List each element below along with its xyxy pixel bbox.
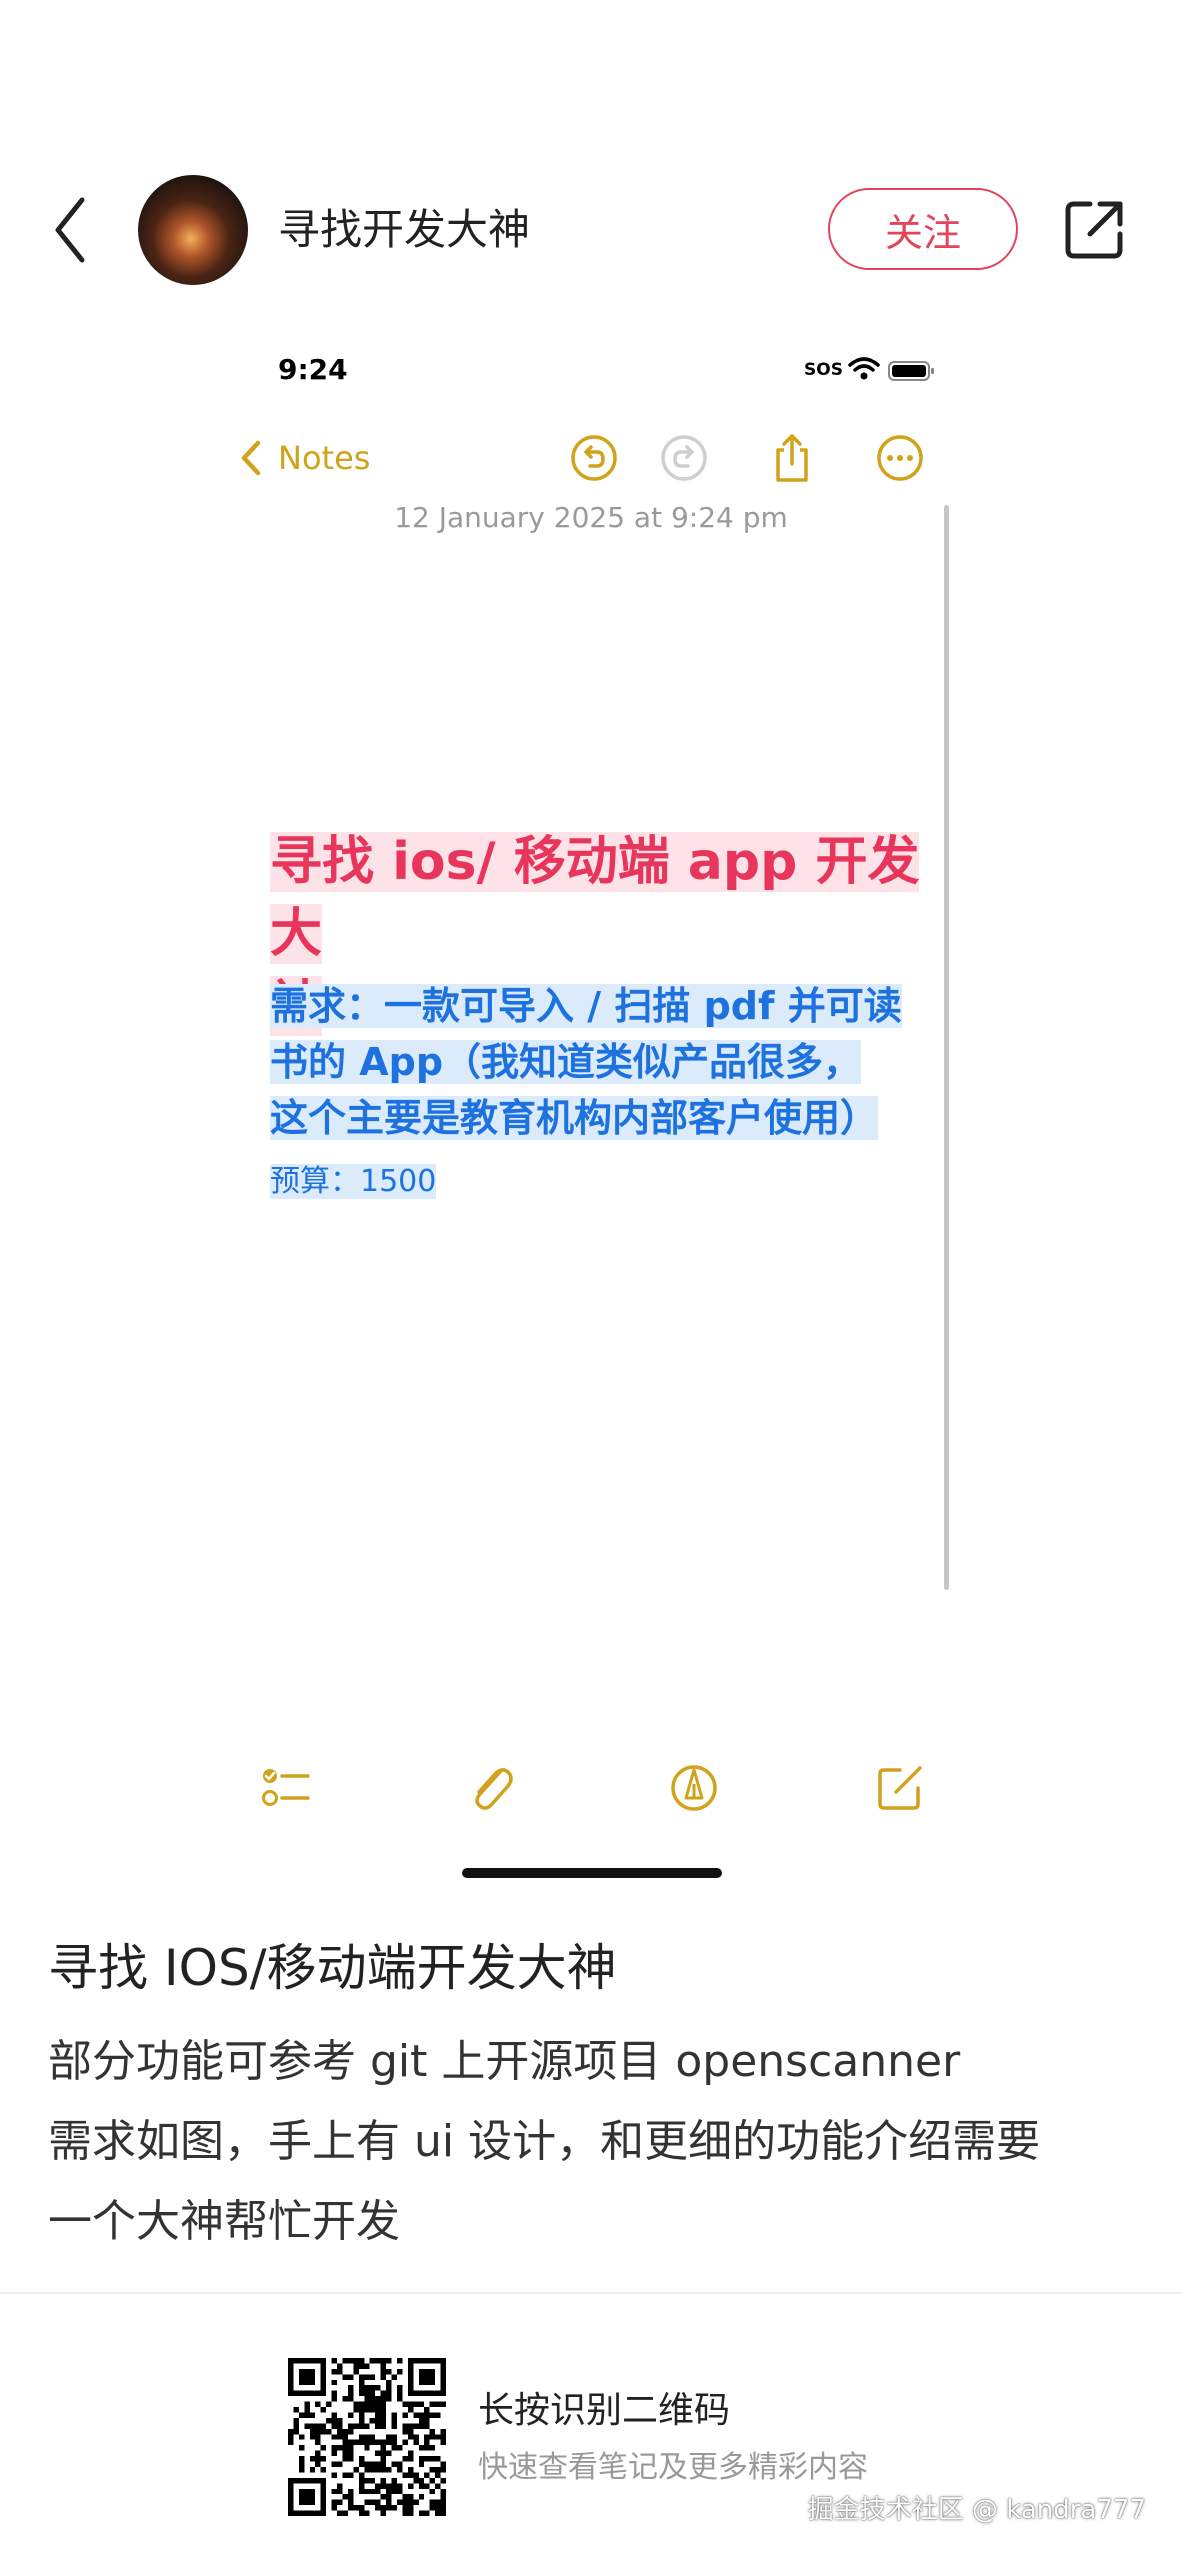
notes-back-button[interactable]: Notes <box>240 430 370 486</box>
battery-icon <box>888 360 936 382</box>
markup-pen-icon[interactable] <box>664 1758 724 1818</box>
note-budget[interactable]: 预算：1500 <box>270 1160 437 1204</box>
divider <box>0 2292 1182 2294</box>
qr-subtitle: 快速查看笔记及更多精彩内容 <box>478 2450 868 2485</box>
share-note-icon[interactable] <box>766 432 818 484</box>
note-budget-text: 预算：1500 <box>270 1164 437 1199</box>
attachment-icon[interactable] <box>462 1758 522 1818</box>
more-options-icon[interactable] <box>874 432 926 484</box>
note-requirement[interactable]: 需求：一款可导入 / 扫描 pdf 并可读 书的 App（我知道类似产品很多， … <box>270 978 920 1146</box>
post-body-line: 需求如图，手上有 ui 设计，和更细的功能介绍需要 <box>48 2116 1041 2167</box>
post-title: 寻找 IOS/移动端开发大神 <box>48 1939 617 1997</box>
qr-code[interactable] <box>288 2358 446 2516</box>
note-date: 12 January 2025 at 9:24 pm <box>394 501 788 534</box>
wifi-icon <box>848 356 880 382</box>
scrollbar[interactable] <box>944 505 949 1590</box>
note-requirement-line: 需求：一款可导入 / 扫描 pdf 并可读 <box>270 984 902 1028</box>
share-icon[interactable] <box>1060 196 1128 264</box>
note-requirement-line: 这个主要是教育机构内部客户使用） <box>270 1096 879 1140</box>
chevron-left-icon <box>241 440 261 476</box>
status-time: 9:24 <box>278 353 348 386</box>
follow-button[interactable]: 关注 <box>828 188 1018 270</box>
post-body-line: 一个大神帮忙开发 <box>48 2196 400 2247</box>
back-icon[interactable] <box>48 190 96 270</box>
watermark: 掘金技术社区 @ kandra777 <box>807 2495 1146 2525</box>
note-title-line: 寻找 ios/ 移动端 app 开发大 <box>270 832 920 964</box>
undo-icon[interactable] <box>568 432 620 484</box>
notes-back-label: Notes <box>278 439 371 477</box>
avatar[interactable] <box>138 175 248 285</box>
qr-title: 长按识别二维码 <box>478 2390 731 2431</box>
checklist-icon[interactable] <box>256 1758 316 1818</box>
home-indicator <box>462 1868 722 1878</box>
author-name[interactable]: 寻找开发大神 <box>278 198 530 262</box>
note-requirement-line: 书的 App（我知道类似产品很多， <box>270 1040 862 1084</box>
redo-icon[interactable] <box>658 432 710 484</box>
post-body-line: 部分功能可参考 git 上开源项目 openscanner <box>48 2036 961 2087</box>
sos-indicator: SOS <box>804 360 843 380</box>
post-body: 部分功能可参考 git 上开源项目 openscanner 需求如图，手上有 u… <box>48 2022 1148 2262</box>
compose-icon[interactable] <box>870 1758 930 1818</box>
